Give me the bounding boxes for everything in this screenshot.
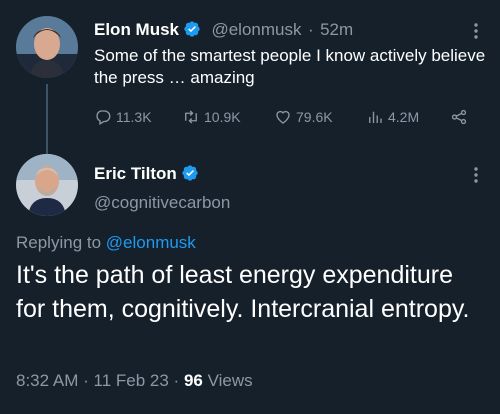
avatar-eric-tilton-image [16, 154, 78, 216]
author-name[interactable]: Eric Tilton [94, 164, 177, 183]
replying-to-link[interactable]: @elonmusk [106, 233, 196, 252]
like-icon [276, 110, 290, 124]
tweet-text: Some of the smartest people I know activ… [94, 46, 486, 87]
more-icon[interactable] [469, 22, 483, 40]
views-count: 96 [183, 371, 203, 390]
replying-to-line: Replying to @elonmusk [16, 233, 196, 253]
more-icon[interactable] [469, 166, 483, 184]
reply-icon [96, 110, 111, 125]
author-handle[interactable]: @cognitivecarbon [94, 193, 230, 213]
tweet-date[interactable]: 11 Feb 23 [94, 371, 169, 390]
avatar-elon-musk-image [16, 16, 78, 78]
share-icon [451, 109, 467, 125]
tweet2-header: Eric Tilton [94, 164, 199, 184]
verified-badge-icon [182, 165, 198, 181]
reply-button[interactable]: 11.3K [94, 108, 152, 126]
avatar-elon-musk[interactable] [16, 16, 78, 78]
tweet-actions: 11.3K 10.9K 79.6K 4.2M [94, 108, 474, 128]
tweet-text: It's the path of least energy expenditur… [16, 261, 470, 323]
avatar-eric-tilton[interactable] [16, 154, 78, 216]
verified-badge-icon [184, 21, 200, 37]
tweet-timestamp[interactable]: 52m [320, 20, 353, 39]
share-button[interactable] [450, 108, 472, 126]
views-icon [369, 111, 382, 123]
thread-connector-line [46, 84, 48, 154]
retweet-icon [185, 110, 197, 124]
views-count: 4.2M [388, 109, 420, 125]
tweet-meta-line: 8:32 AM · 11 Feb 23 · 96 Views [16, 371, 253, 391]
replying-to-label: Replying to [16, 233, 102, 252]
retweet-button[interactable]: 10.9K [182, 108, 241, 126]
meta-separator: · [173, 371, 180, 390]
header-separator: · [307, 20, 314, 39]
retweet-count: 10.9K [204, 109, 241, 125]
like-button[interactable]: 79.6K [274, 108, 333, 126]
tweet-time[interactable]: 8:32 AM [16, 371, 78, 390]
author-handle[interactable]: @elonmusk [211, 20, 301, 39]
author-name[interactable]: Elon Musk [94, 20, 179, 39]
views-button[interactable]: 4.2M [366, 108, 419, 126]
reply-count: 11.3K [116, 109, 152, 125]
meta-separator: · [83, 371, 89, 390]
like-count: 79.6K [296, 109, 333, 125]
tweet1-header: Elon Musk @elonmusk · 52m [94, 20, 353, 40]
views-label[interactable]: Views [208, 371, 253, 390]
